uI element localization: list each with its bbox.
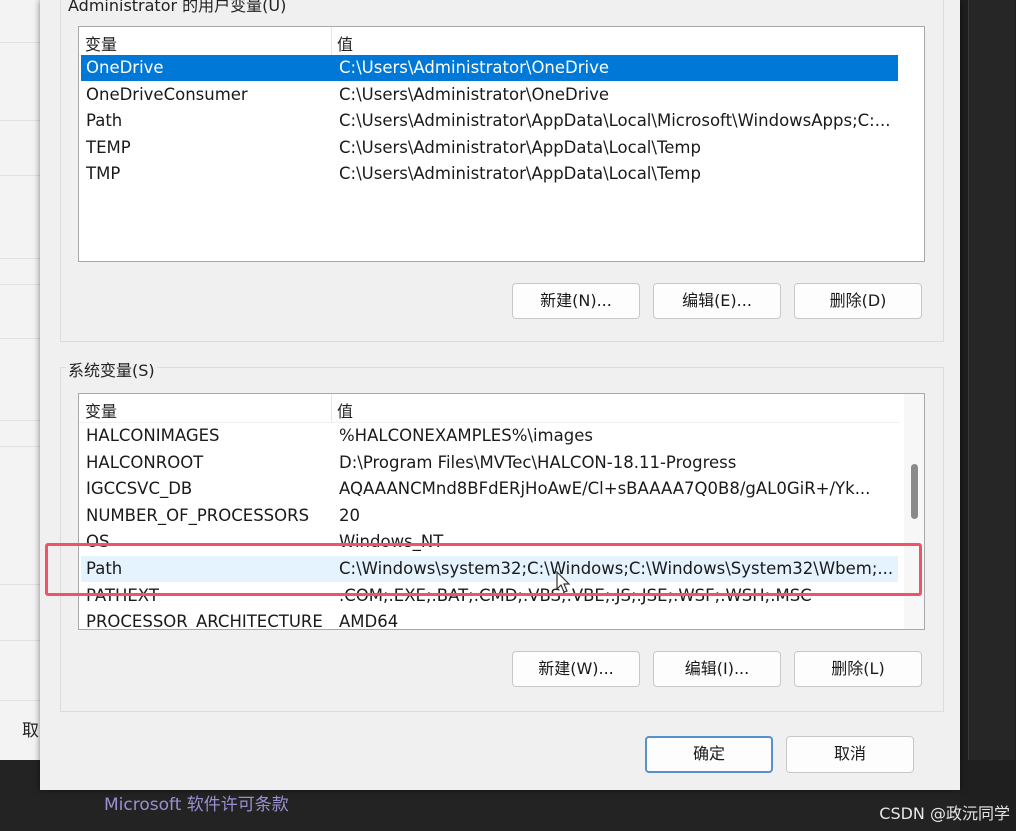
- variable-value: AQAAANCMnd8BFdERjHoAwE/Cl+sBAAAA7Q0B8/gA…: [339, 479, 871, 499]
- system-variables-title: 系统变量(S): [66, 357, 157, 381]
- table-row[interactable]: IGCCSVC_DB AQAAANCMnd8BFdERjHoAwE/Cl+sBAA…: [81, 476, 898, 502]
- list-header: 变量 值: [79, 394, 900, 423]
- variable-value: 20: [339, 505, 360, 525]
- table-row[interactable]: Path C:\Users\Administrator\AppData\Local…: [81, 108, 898, 134]
- user-edit-button[interactable]: 编辑(E)...: [653, 283, 781, 319]
- user-variables-title: Administrator 的用户变量(U): [66, 0, 289, 16]
- watermark: CSDN @政沅同学: [879, 804, 1010, 823]
- column-header-value[interactable]: 值: [337, 31, 353, 55]
- variable-value: C:\Users\Administrator\OneDrive: [339, 58, 610, 77]
- license-terms-link[interactable]: Microsoft 软件许可条款: [104, 790, 289, 815]
- variable-name: HALCONIMAGES: [86, 426, 220, 445]
- list-header: 变量 值: [79, 27, 900, 56]
- column-header-value[interactable]: 值: [337, 398, 353, 422]
- variable-name: TMP: [86, 164, 121, 183]
- table-row[interactable]: TEMP C:\Users\Administrator\AppData\Local…: [81, 135, 898, 161]
- table-row[interactable]: HALCONROOT D:\Program Files\MVTec\HALCON-…: [81, 450, 898, 476]
- variable-name: HALCONROOT: [86, 452, 204, 472]
- cancel-button[interactable]: 取消: [786, 736, 914, 773]
- ok-button[interactable]: 确定: [645, 736, 773, 773]
- table-row[interactable]: PROCESSOR_ARCHITECTURE AMD64: [81, 609, 898, 630]
- user-new-button[interactable]: 新建(N)...: [512, 283, 640, 319]
- variable-name: IGCCSVC_DB: [86, 479, 193, 499]
- table-row[interactable]: OneDrive C:\Users\Administrator\OneDrive: [81, 55, 898, 81]
- variable-value: AMD64: [339, 612, 399, 630]
- path-highlight-annotation: [45, 543, 922, 596]
- table-row[interactable]: TMP C:\Users\Administrator\AppData\Local\…: [81, 161, 898, 187]
- variable-value: C:\Users\Administrator\OneDrive: [339, 84, 610, 104]
- variable-name: NUMBER_OF_PROCESSORS: [86, 505, 310, 525]
- variable-name: TEMP: [86, 137, 131, 157]
- variable-value: D:\Program Files\MVTec\HALCON-18.11-Prog…: [339, 452, 737, 472]
- background-label: 取: [22, 721, 39, 741]
- table-row[interactable]: NUMBER_OF_PROCESSORS 20: [81, 503, 898, 529]
- variable-value: C:\Users\Administrator\AppData\Local\Mic…: [339, 111, 891, 130]
- column-header-name[interactable]: 变量: [85, 31, 117, 55]
- system-edit-button[interactable]: 编辑(I)...: [653, 651, 781, 687]
- variable-name: OneDriveConsumer: [86, 84, 248, 104]
- variable-value: C:\Users\Administrator\AppData\Local\Tem…: [339, 164, 701, 183]
- variable-name: OneDrive: [86, 58, 164, 77]
- user-variables-list[interactable]: 变量 值 OneDrive C:\Users\Administrator\OneD…: [78, 26, 925, 262]
- column-header-name[interactable]: 变量: [85, 398, 117, 422]
- environment-variables-dialog: Administrator 的用户变量(U) 变量 值 OneDrive C:\U…: [40, 0, 960, 790]
- user-delete-button[interactable]: 删除(D): [794, 283, 922, 319]
- system-new-button[interactable]: 新建(W)...: [512, 651, 640, 687]
- background-window: [0, 0, 40, 760]
- variable-value: %HALCONEXAMPLES%\images: [339, 426, 593, 445]
- variable-name: PROCESSOR_ARCHITECTURE: [86, 612, 323, 630]
- mouse-cursor-icon: [556, 571, 571, 593]
- table-row[interactable]: HALCONIMAGES %HALCONEXAMPLES%\images: [81, 423, 898, 449]
- background-right-strip: [960, 0, 1016, 790]
- variable-name: Path: [86, 111, 123, 130]
- variable-value: C:\Users\Administrator\AppData\Local\Tem…: [339, 137, 701, 157]
- system-delete-button[interactable]: 删除(L): [794, 651, 922, 687]
- scrollbar-thumb[interactable]: [911, 464, 918, 519]
- table-row[interactable]: OneDriveConsumer C:\Users\Administrator\O…: [81, 82, 898, 108]
